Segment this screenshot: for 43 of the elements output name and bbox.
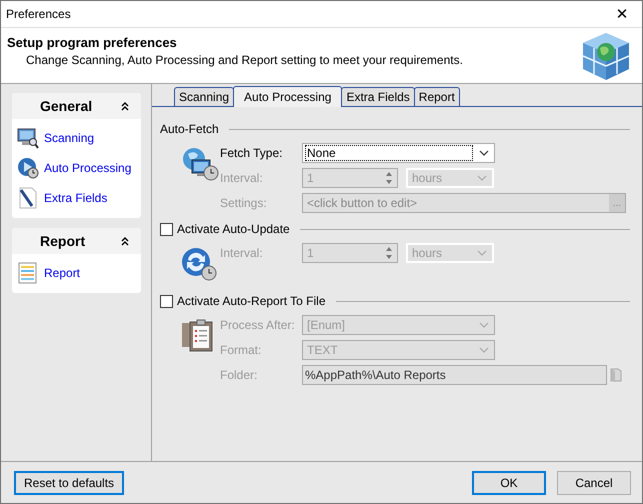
chevron-down-icon	[479, 322, 489, 328]
field-label: Interval:	[220, 246, 264, 260]
dialog-button[interactable]: Cancel	[557, 470, 631, 494]
chevron-down-icon	[479, 150, 489, 156]
sidebar-link[interactable]: Scanning	[44, 130, 94, 144]
field-label: Process After:	[220, 318, 294, 332]
dialog-button[interactable]: OK	[472, 470, 546, 494]
window-title: Preferences	[6, 7, 71, 21]
tab[interactable]: Extra Fields	[341, 87, 415, 106]
sidebar-link[interactable]: Extra Fields	[44, 190, 108, 204]
collapse-icon[interactable]	[121, 101, 129, 111]
pen-page-icon	[17, 186, 39, 208]
header-subtitle: Change Scanning, Auto Processing and Report setting to meet your requirements.	[25, 52, 463, 66]
group-title: Report	[40, 233, 86, 249]
section-title[interactable]: Activate Auto-Update	[177, 222, 290, 236]
collapse-icon[interactable]	[121, 236, 129, 246]
folder-icon[interactable]	[609, 367, 623, 383]
globe-monitor-clock-icon	[180, 146, 220, 182]
dropdown[interactable]: None	[302, 143, 495, 163]
field-label: Interval:	[220, 171, 264, 185]
field-label: Format:	[220, 343, 262, 357]
chevron-down-icon	[477, 250, 487, 256]
reset-button[interactable]: Reset to defaults	[14, 470, 124, 494]
sidebar-link[interactable]: Auto Processing	[44, 160, 132, 174]
monitor-magnifier-icon	[17, 126, 39, 148]
checkbox[interactable]	[160, 294, 173, 308]
section-title: Auto-Fetch	[160, 122, 219, 136]
field-label: Settings:	[220, 196, 268, 210]
close-button[interactable]: ✕	[602, 1, 642, 27]
section-title[interactable]: Activate Auto-Report To File	[177, 294, 326, 308]
tab[interactable]: Report	[414, 87, 460, 106]
checkbox[interactable]	[160, 222, 173, 236]
chevron-down-icon	[477, 175, 487, 181]
field-label: Folder:	[220, 368, 258, 382]
sidebar-link[interactable]: Report	[44, 266, 80, 280]
play-clock-icon	[17, 156, 39, 178]
header-title: Setup program preferences	[7, 34, 178, 50]
field-label: Fetch Type:	[220, 146, 284, 160]
tab[interactable]: Scanning	[174, 87, 234, 106]
group-title: General	[40, 98, 92, 114]
tab[interactable]: Auto Processing	[233, 86, 342, 107]
report-sheet-icon	[17, 262, 39, 284]
chevron-down-icon	[479, 347, 489, 353]
